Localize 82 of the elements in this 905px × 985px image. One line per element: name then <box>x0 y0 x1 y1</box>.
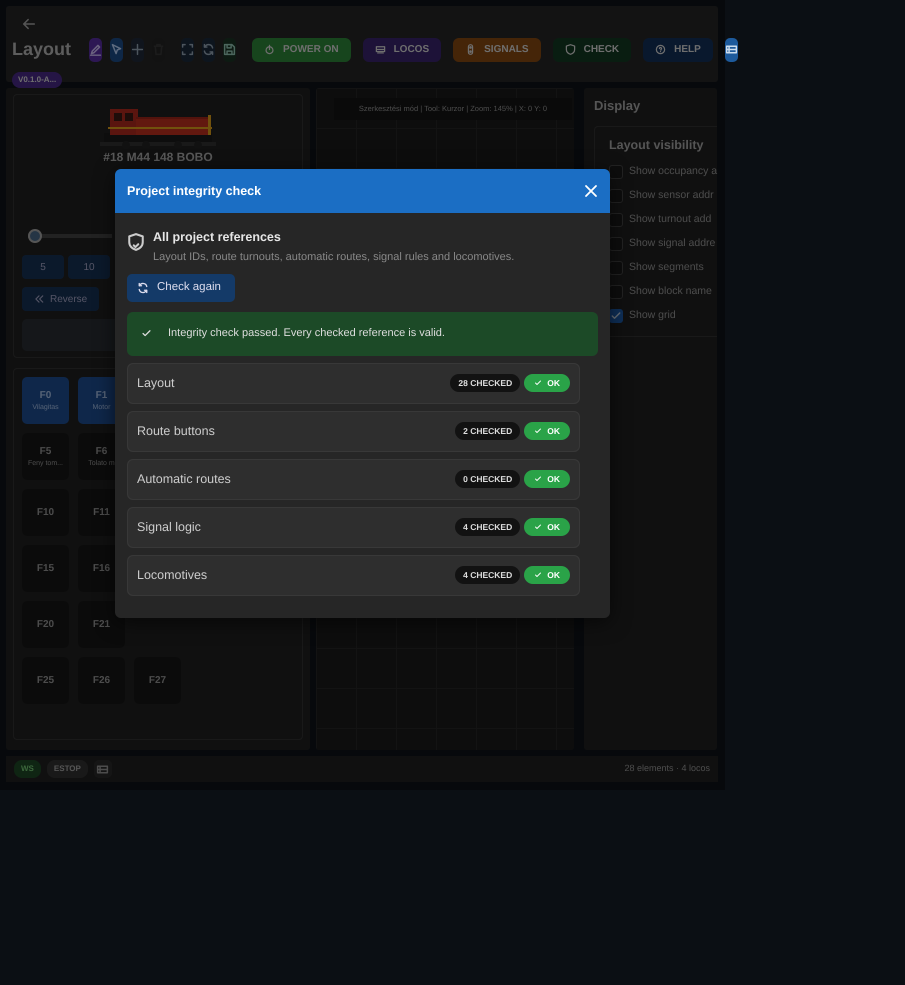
panel-title: Display <box>594 97 642 115</box>
fit-screen-icon <box>181 43 194 56</box>
refresh-icon <box>137 282 149 294</box>
cursor-button[interactable] <box>110 38 124 62</box>
status-badge: OK <box>524 422 570 440</box>
function-button[interactable]: F15 <box>22 545 69 592</box>
check-name: Route buttons <box>137 422 215 440</box>
fit-screen-button[interactable] <box>181 38 194 62</box>
power-icon <box>264 44 276 55</box>
checkbox[interactable] <box>609 261 623 276</box>
count-badge: 28 CHECKED <box>450 374 520 392</box>
count-badge: 0 CHECKED <box>455 470 520 488</box>
count-badge: 4 CHECKED <box>455 518 520 536</box>
check-again-button[interactable]: Check again <box>127 274 235 302</box>
check-name: Signal logic <box>137 518 201 536</box>
rewind-icon <box>34 294 44 304</box>
power-button[interactable]: POWER ON <box>252 38 351 62</box>
check-name: Layout <box>137 374 175 392</box>
section-description: Layout IDs, route turnouts, automatic routes, signal rules and locomotives. <box>153 250 514 265</box>
status-badge: OK <box>524 566 570 584</box>
option-label: Show sensor addr <box>629 188 714 204</box>
table-icon <box>96 762 110 776</box>
shield-icon <box>564 44 576 55</box>
function-button[interactable]: F25 <box>22 657 69 704</box>
function-button[interactable]: F20 <box>22 601 69 648</box>
count-badge: 4 CHECKED <box>455 566 520 584</box>
option-label: Show occupancy a <box>629 164 718 180</box>
checkbox[interactable] <box>609 285 623 300</box>
check-name: Locomotives <box>137 566 208 584</box>
help-icon <box>655 44 666 55</box>
option-label: Show block name <box>629 284 712 300</box>
reverse-button[interactable]: Reverse <box>22 287 100 312</box>
table-icon <box>724 43 738 56</box>
locomotive-name: #18 M44 148 BOBO <box>102 151 214 164</box>
function-button[interactable]: F26 <box>78 657 125 704</box>
speed-button[interactable]: 5 <box>22 255 64 280</box>
help-button[interactable]: HELP <box>643 38 713 62</box>
option-label: Show grid <box>629 308 676 324</box>
check-button[interactable]: CHECK <box>552 38 632 62</box>
refresh-button[interactable] <box>202 38 216 62</box>
estop-button[interactable]: ESTOP <box>46 760 88 778</box>
option-label: Show turnout add <box>629 212 712 228</box>
checkbox[interactable] <box>609 309 623 324</box>
pencil-button[interactable] <box>89 38 102 62</box>
status-badge: OK <box>524 470 570 488</box>
status-summary: 28 elements · 4 locos <box>624 762 710 776</box>
status-badge: OK <box>524 518 570 536</box>
plus-icon <box>131 43 144 56</box>
close-button[interactable] <box>584 184 598 198</box>
modal-title: Project integrity check <box>127 182 262 200</box>
alert-message: Integrity check passed. Every checked reference is valid. <box>168 326 445 342</box>
plus-button[interactable] <box>131 38 144 62</box>
speed-button[interactable]: 10 <box>68 255 110 280</box>
connection-status: WS <box>14 760 41 778</box>
layout-button[interactable] <box>724 38 738 62</box>
train-icon <box>374 44 386 55</box>
checkbox[interactable] <box>609 213 623 228</box>
checkbox[interactable] <box>609 165 623 180</box>
pencil-icon <box>89 43 102 56</box>
check-name: Automatic routes <box>137 470 231 488</box>
page-title: Layout <box>12 38 72 61</box>
section-title: Layout visibility <box>609 136 704 154</box>
status-badge: OK <box>524 374 570 392</box>
function-button[interactable]: F27 <box>134 657 181 704</box>
count-badge: 2 CHECKED <box>455 422 520 440</box>
function-button[interactable]: F10 <box>22 489 69 536</box>
save-button[interactable] <box>223 38 236 62</box>
checkbox[interactable] <box>609 237 623 252</box>
function-button[interactable]: F21 <box>78 601 125 648</box>
save-icon <box>223 43 236 56</box>
checkbox[interactable] <box>609 189 623 204</box>
option-label: Show signal addre <box>629 236 716 252</box>
cursor-icon <box>110 43 124 56</box>
section-title: All project references <box>153 229 281 246</box>
option-label: Show segments <box>629 260 704 276</box>
refresh-icon <box>202 43 216 56</box>
check-icon <box>141 328 152 339</box>
locos-button[interactable]: LOCOS <box>362 38 442 62</box>
shield-icon <box>127 233 145 251</box>
signals-button[interactable]: SIGNALS <box>453 38 541 62</box>
back-icon[interactable] <box>22 16 36 31</box>
version-badge: V0.1.0-A... <box>12 72 62 88</box>
